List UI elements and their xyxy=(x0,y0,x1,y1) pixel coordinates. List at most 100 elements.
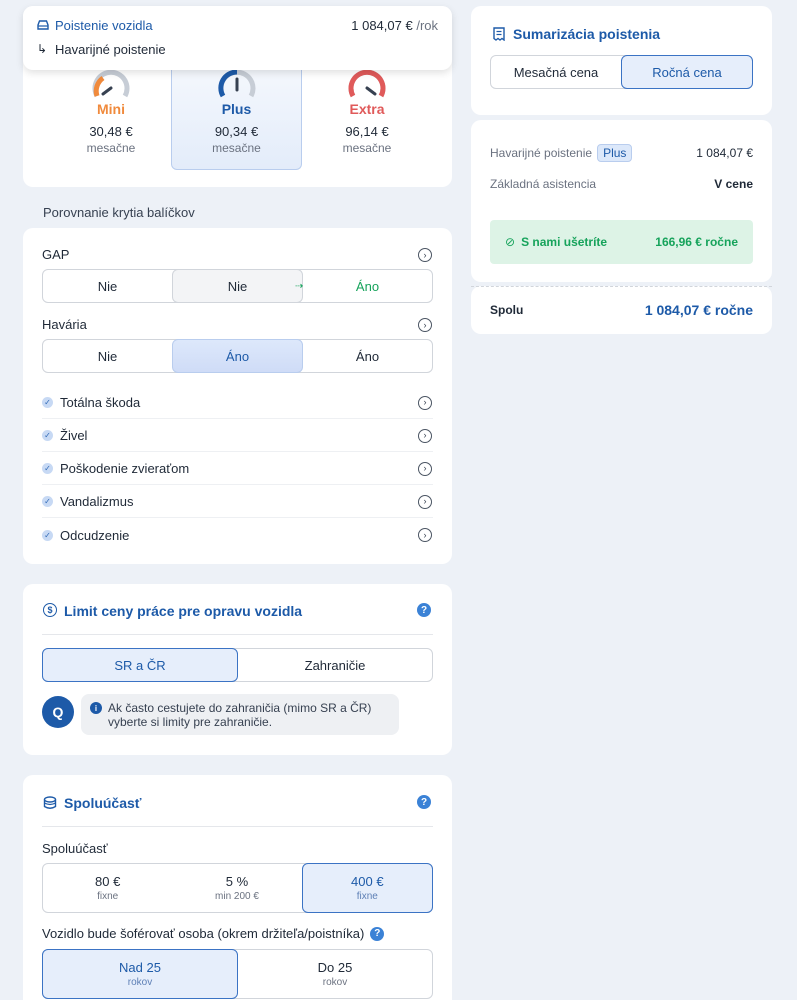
gap-option-yes[interactable]: ⇢ Áno xyxy=(295,270,432,302)
havaria-option-yes-extra[interactable]: Áno xyxy=(303,340,432,372)
coverage-row[interactable]: ✓ Vandalizmus › xyxy=(42,486,433,518)
check-icon: ✓ xyxy=(42,397,53,408)
receipt-icon xyxy=(493,27,505,44)
chevron-right-icon[interactable]: › xyxy=(418,494,432,509)
gauge-icon xyxy=(217,69,255,98)
driver-option-selected[interactable]: Nad 25 rokov xyxy=(42,949,238,999)
limit-option-sr-cr[interactable]: SR a ČR xyxy=(42,648,238,682)
info-bubble: i Ak často cestujete do zahraničia (mimo… xyxy=(81,694,399,735)
coverage-label: Vandalizmus xyxy=(60,494,134,509)
vehicle-subtitle: Havarijné poistenie xyxy=(55,42,166,57)
package-period: mesačne xyxy=(86,141,136,155)
driver-option[interactable]: Do 25 rokov xyxy=(238,950,432,998)
summary-card-total: Spolu 1 084,07 € ročne xyxy=(471,286,772,334)
option-sub: min 200 € xyxy=(215,891,259,902)
vehicle-price-period: /rok xyxy=(416,18,438,33)
gap-option-no[interactable]: Nie xyxy=(43,270,172,302)
plan-badge: Plus xyxy=(597,144,633,162)
line-label: Havarijné poistenie xyxy=(490,146,593,160)
havaria-option-yes-plus[interactable]: Áno xyxy=(172,339,303,373)
limit-title: Limit ceny práce pre opravu vozidla xyxy=(64,603,303,619)
coverage-label: Živel xyxy=(60,428,88,443)
coverage-row[interactable]: ✓ Totálna škoda › xyxy=(42,387,433,419)
spoluucast-title: Spoluúčasť xyxy=(64,795,142,811)
coverage-row[interactable]: ✓ Poškodenie zvieraťom › xyxy=(42,453,433,485)
spoluucast-option[interactable]: 80 € fixne xyxy=(43,864,172,912)
total-value: 1 084,07 € ročne xyxy=(644,302,753,318)
vehicle-price: 1 084,07 € /rok xyxy=(351,18,438,33)
option-value: 400 € xyxy=(351,874,384,889)
money-icon: $ xyxy=(43,603,57,617)
limit-option-abroad[interactable]: Zahraničie xyxy=(238,649,432,681)
help-icon[interactable]: ? xyxy=(417,795,431,809)
gap-option-yes-label: Áno xyxy=(355,278,380,294)
chevron-right-icon[interactable]: › xyxy=(418,395,432,410)
vehicle-header: Poistenie vozidla 1 084,07 € /rok ↳ Hava… xyxy=(23,6,452,70)
option-value: 80 € xyxy=(95,874,121,889)
line-label: Základná asistencia xyxy=(490,177,597,191)
toggle-yearly[interactable]: Ročná cena xyxy=(621,55,753,89)
summary-line-havaria: Havarijné poistenie Plus 1 084,07 € xyxy=(490,144,753,162)
coverage-card: GAP › Nie Nie ⇢ Áno Havária › Nie Áno Án… xyxy=(23,228,452,564)
vehicle-title: Poistenie vozidla xyxy=(55,18,153,33)
option-value: Nad 25 xyxy=(119,960,161,975)
check-icon: ✓ xyxy=(42,496,53,507)
package-plus[interactable]: Plus 90,34 € mesačne xyxy=(171,64,302,170)
coverage-label: Totálna škoda xyxy=(60,395,141,410)
package-price: 30,48 € xyxy=(89,124,133,139)
driver-label-text: Vozidlo bude šoférovať osoba (okrem drži… xyxy=(42,926,365,941)
check-icon: ✓ xyxy=(42,529,53,541)
summary-card-lines: Havarijné poistenie Plus 1 084,07 € Zákl… xyxy=(471,120,772,282)
package-name: Mini xyxy=(97,101,125,117)
compare-title: Porovnanie krytia balíčkov xyxy=(43,205,195,220)
chevron-right-icon[interactable]: › xyxy=(418,318,432,332)
package-price: 90,34 € xyxy=(214,124,259,139)
coverage-label: Odcudzenie xyxy=(60,527,130,543)
gauge-icon xyxy=(92,69,130,98)
coverage-row[interactable]: ✓ Odcudzenie › xyxy=(42,519,433,551)
package-extra[interactable]: Extra 96,14 € mesačne xyxy=(322,64,412,170)
return-arrow-icon: ↳ xyxy=(37,42,48,56)
spoluucast-option-selected[interactable]: 400 € fixne xyxy=(301,863,433,913)
option-value: Do 25 xyxy=(317,960,353,975)
spoluucast-option[interactable]: 5 % min 200 € xyxy=(172,864,301,912)
total-label: Spolu xyxy=(490,303,524,317)
havaria-option-no[interactable]: Nie xyxy=(43,340,172,372)
car-icon xyxy=(36,19,50,34)
line-value: V cene xyxy=(714,177,753,191)
toggle-monthly[interactable]: Mesačná cena xyxy=(491,56,621,88)
spoluucast-card: Spoluúčasť ? Spoluúčasť 80 € fixne 5 % min… xyxy=(23,775,452,1000)
chevron-right-icon[interactable]: › xyxy=(418,461,432,476)
summary-title: Sumarizácia poistenia xyxy=(513,26,661,42)
option-sub: fixne xyxy=(356,891,378,902)
spoluucast-options: 80 € fixne 5 % min 200 € 400 € fixne xyxy=(42,863,433,913)
summary-line-asistencia: Základná asistencia V cene xyxy=(490,177,753,191)
check-icon: ✓ xyxy=(42,463,53,474)
package-name: Plus xyxy=(221,101,252,117)
chevron-right-icon[interactable]: › xyxy=(418,528,432,542)
info-text: Ak často cestujete do zahraničia (mimo S… xyxy=(108,701,372,729)
savings-icon: ⊘ xyxy=(505,235,516,249)
package-mini[interactable]: Mini 30,48 € mesačne xyxy=(66,64,156,170)
havaria-options: Nie Áno Áno xyxy=(42,339,433,373)
assistant-avatar: Q xyxy=(42,696,74,728)
check-icon: ✓ xyxy=(42,430,53,441)
package-period: mesačne xyxy=(212,141,261,155)
driver-label: Vozidlo bude šoférovať osoba (okrem drži… xyxy=(42,926,385,941)
gap-label: GAP xyxy=(42,247,70,262)
gap-option-no-plus[interactable]: Nie xyxy=(172,269,303,303)
summary-card-top: Sumarizácia poistenia Mesačná cena Ročná… xyxy=(471,6,772,115)
coverage-row[interactable]: ✓ Živel › xyxy=(42,420,433,452)
limit-options: SR a ČR Zahraničie xyxy=(42,648,433,682)
line-value: 1 084,07 € xyxy=(696,146,753,160)
package-price: 96,14 € xyxy=(345,124,389,139)
option-sub: fixne xyxy=(97,891,119,902)
chevron-right-icon[interactable]: › xyxy=(418,428,432,443)
chevron-right-icon[interactable]: › xyxy=(418,248,432,262)
help-icon[interactable]: ? xyxy=(370,926,385,941)
havaria-label: Havária xyxy=(42,317,87,332)
info-icon: i xyxy=(90,702,102,714)
driver-options: Nad 25 rokov Do 25 rokov xyxy=(42,949,433,999)
help-icon[interactable]: ? xyxy=(417,603,431,617)
price-toggle: Mesačná cena Ročná cena xyxy=(490,55,753,89)
